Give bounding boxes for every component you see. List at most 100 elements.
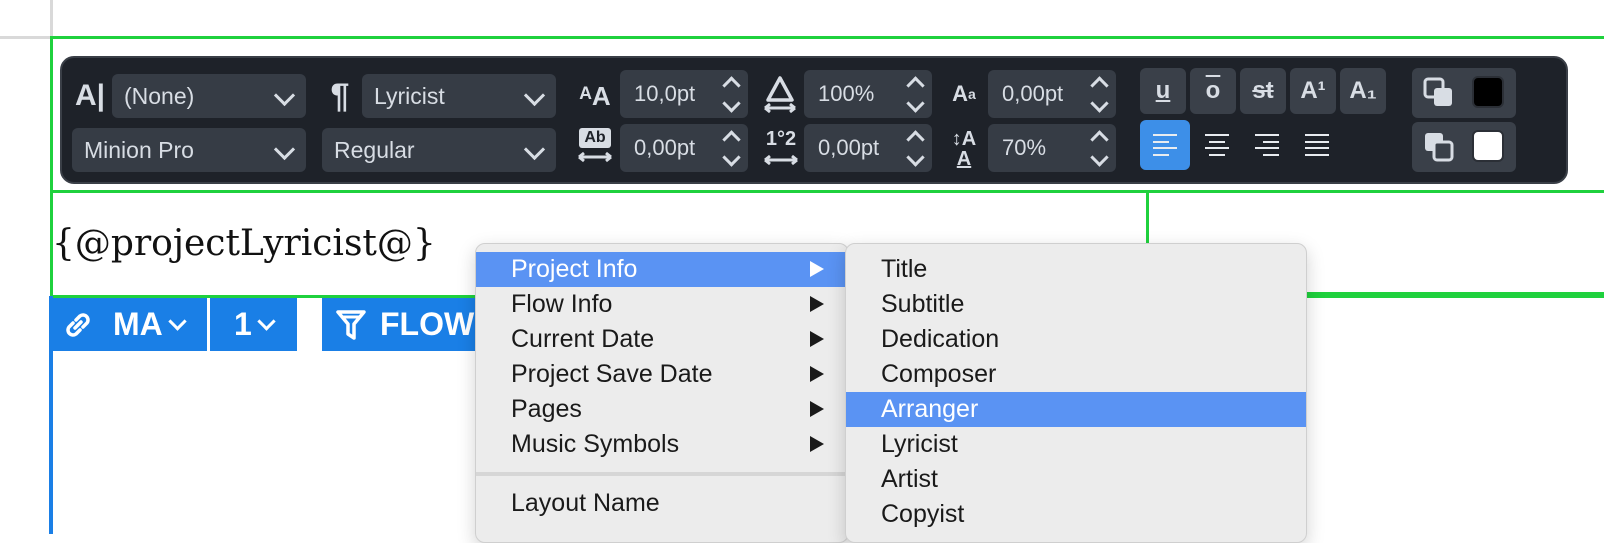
text-formatting-toolbar: A| (None) ¶ Lyricist ᴬA 10,0pt 100% Aa 0… [60, 56, 1568, 184]
menu-item-label: Flow Info [511, 290, 613, 318]
chevron-down-icon [523, 84, 546, 107]
stepper-up-icon[interactable] [1086, 70, 1112, 95]
chevron-down-icon [273, 84, 296, 107]
font-size-value: 10,0pt [634, 81, 696, 106]
menu-item-music-symbols[interactable]: Music Symbols [476, 427, 848, 462]
menu-item-label: Music Symbols [511, 430, 680, 458]
tracking-value: 0,00pt [634, 135, 696, 160]
baseline-shift-icon: Aa [952, 81, 976, 106]
align-left-button[interactable] [1140, 120, 1190, 170]
stepper-up-icon[interactable] [718, 70, 744, 95]
menu-item-current-date[interactable]: Current Date [476, 322, 848, 357]
menu-item-label: Dedication [881, 325, 1000, 353]
chevron-down-icon [523, 138, 546, 161]
frame-filter-tab[interactable]: FLOW [322, 298, 482, 351]
font-family-dropdown[interactable]: Minion Pro [72, 128, 306, 172]
submenu-item-arranger[interactable]: Arranger [846, 392, 1306, 427]
submenu-item-artist[interactable]: Artist [846, 462, 1306, 497]
submenu-project-info: Title Subtitle Dedication Composer Arran… [845, 243, 1307, 543]
stepper-up-icon[interactable] [902, 70, 928, 95]
font-size-field[interactable]: 10,0pt [620, 70, 748, 118]
background-layer-button[interactable] [1412, 122, 1516, 172]
align-center-icon [1205, 134, 1229, 156]
line-spacing-value: 70% [1002, 135, 1047, 160]
submenu-arrow-icon [810, 261, 824, 277]
submenu-item-composer[interactable]: Composer [846, 357, 1306, 392]
submenu-item-lyricist[interactable]: Lyricist [846, 427, 1306, 462]
menu-item-label: Title [881, 255, 928, 283]
baseline-shift-field[interactable]: 0,00pt [988, 70, 1116, 118]
align-justify-button[interactable] [1292, 120, 1342, 170]
submenu-item-copyist[interactable]: Copyist [846, 497, 1306, 532]
menu-item-label: Pages [511, 395, 582, 423]
subscript-button[interactable]: A₁ [1340, 68, 1386, 114]
filter-icon [336, 309, 366, 340]
underline-button[interactable]: u [1140, 68, 1186, 114]
stepper-down-icon[interactable] [1086, 147, 1112, 172]
menu-item-project-save-date[interactable]: Project Save Date [476, 357, 848, 392]
stepper-down-icon[interactable] [902, 147, 928, 172]
submenu-item-subtitle[interactable]: Subtitle [846, 287, 1306, 322]
character-style-dropdown[interactable]: Lyricist [362, 74, 556, 118]
character-style-value: Lyricist [374, 82, 445, 109]
menu-item-label: Arranger [881, 395, 979, 423]
superscript-button[interactable]: A¹ [1290, 68, 1336, 114]
submenu-arrow-icon [810, 296, 824, 312]
menu-item-project-info[interactable]: Project Info [476, 252, 848, 287]
submenu-item-dedication[interactable]: Dedication [846, 322, 1306, 357]
frame-link-tab[interactable]: MA [49, 298, 207, 351]
font-size-stepper[interactable] [718, 70, 744, 118]
align-center-button[interactable] [1192, 120, 1242, 170]
tracking-icon: Ab [576, 128, 614, 172]
overline-button[interactable]: o [1190, 68, 1236, 114]
frame-page-tab[interactable]: 1 [210, 298, 297, 351]
line-spacing-field[interactable]: 70% [988, 124, 1116, 172]
kerning-stepper[interactable] [902, 124, 928, 172]
submenu-item-title[interactable]: Title [846, 252, 1306, 287]
submenu-arrow-icon [810, 366, 824, 382]
strikethrough-button[interactable]: st [1240, 68, 1286, 114]
menu-item-label: Copyist [881, 500, 965, 528]
chevron-down-icon [257, 312, 276, 331]
tracking-field[interactable]: 0,00pt [620, 124, 748, 172]
foreground-color-swatch[interactable] [1472, 76, 1504, 108]
link-icon [66, 312, 90, 337]
horizontal-scale-icon [764, 76, 796, 114]
stepper-down-icon[interactable] [718, 147, 744, 172]
background-color-swatch[interactable] [1472, 130, 1504, 162]
menu-item-layout-name[interactable]: Layout Name [476, 486, 848, 521]
menu-item-label: Subtitle [881, 290, 965, 318]
tracking-stepper[interactable] [718, 124, 744, 172]
frame-text-content[interactable]: {@projectLyricist@} [52, 218, 436, 270]
menu-item-label: Composer [881, 360, 997, 388]
layers-back-icon [1425, 133, 1454, 162]
stepper-down-icon[interactable] [902, 93, 928, 118]
menu-item-label: Project Info [511, 255, 638, 283]
align-right-button[interactable] [1242, 120, 1292, 170]
font-family-value: Minion Pro [84, 136, 194, 163]
baseline-shift-stepper[interactable] [1086, 70, 1112, 118]
align-right-icon [1255, 134, 1279, 156]
stepper-down-icon[interactable] [1086, 93, 1112, 118]
horizontal-scale-field[interactable]: 100% [804, 70, 932, 118]
layers-front-icon [1423, 77, 1452, 106]
stepper-up-icon[interactable] [1086, 124, 1112, 149]
frame-filter-label: FLOW [380, 306, 475, 342]
horizontal-scale-stepper[interactable] [902, 70, 928, 118]
paragraph-style-icon: A| [74, 79, 106, 112]
stepper-up-icon[interactable] [718, 124, 744, 149]
font-style-value: Regular [334, 136, 415, 163]
paragraph-style-dropdown[interactable]: (None) [112, 74, 306, 118]
page-margin-guide-horizontal [0, 36, 52, 39]
line-spacing-stepper[interactable] [1086, 124, 1112, 172]
stepper-down-icon[interactable] [718, 93, 744, 118]
kerning-field[interactable]: 0,00pt [804, 124, 932, 172]
menu-item-pages[interactable]: Pages [476, 392, 848, 427]
stepper-up-icon[interactable] [902, 124, 928, 149]
menu-item-label: Layout Name [511, 489, 660, 517]
submenu-arrow-icon [810, 436, 824, 452]
menu-item-flow-info[interactable]: Flow Info [476, 287, 848, 322]
frame-link-label: MA [113, 306, 163, 342]
foreground-layer-button[interactable] [1412, 68, 1516, 118]
font-style-dropdown[interactable]: Regular [322, 128, 556, 172]
